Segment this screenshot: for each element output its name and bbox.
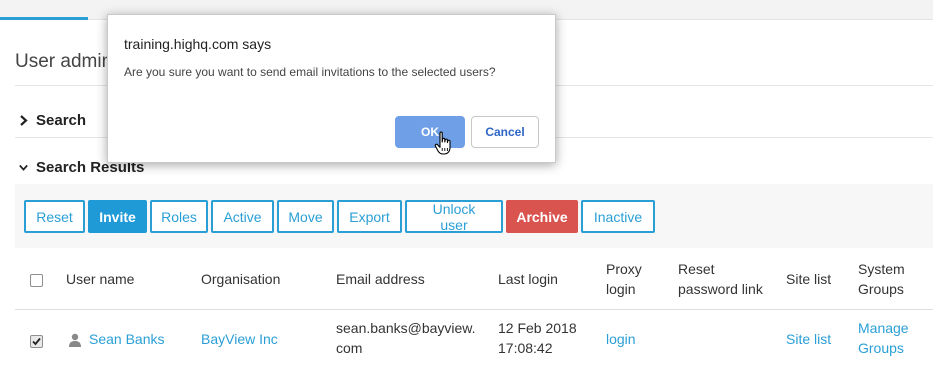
archive-button[interactable]: Archive bbox=[506, 200, 578, 233]
column-header-organisation[interactable]: Organisation bbox=[201, 248, 280, 309]
move-button[interactable]: Move bbox=[277, 200, 334, 233]
email-text: com bbox=[336, 340, 363, 356]
email-text: sean.banks@bayview. bbox=[336, 320, 476, 336]
column-header-last-login[interactable]: Last login bbox=[498, 248, 558, 309]
page-title: User admin bbox=[15, 51, 113, 72]
user-icon bbox=[69, 333, 81, 347]
manage-groups-text: Manage bbox=[858, 320, 909, 336]
header-text: Groups bbox=[858, 280, 904, 297]
hand-cursor-icon bbox=[434, 131, 451, 155]
cancel-button[interactable]: Cancel bbox=[471, 116, 539, 148]
column-header-username[interactable]: User name bbox=[66, 248, 134, 309]
export-button[interactable]: Export bbox=[337, 200, 402, 233]
last-login-time: 17:08:42 bbox=[498, 340, 553, 356]
active-tab-indicator[interactable] bbox=[0, 17, 88, 20]
select-all-checkbox[interactable] bbox=[30, 274, 43, 287]
column-header-reset-password: Reset password link bbox=[678, 248, 763, 309]
manage-groups-text: Groups bbox=[858, 340, 904, 356]
site-list-link[interactable]: Site list bbox=[786, 329, 831, 349]
last-login-date: 12 Feb 2018 bbox=[498, 320, 577, 336]
search-section-label: Search bbox=[36, 112, 87, 129]
divider bbox=[15, 309, 933, 310]
invite-button[interactable]: Invite bbox=[88, 200, 147, 233]
active-button[interactable]: Active bbox=[211, 200, 274, 233]
dialog-title: training.highq.com says bbox=[124, 36, 272, 52]
chevron-right-icon bbox=[20, 115, 28, 126]
header-text: Proxy bbox=[606, 260, 642, 277]
reset-button[interactable]: Reset bbox=[24, 200, 85, 233]
column-header-system-groups: System Groups bbox=[858, 248, 905, 309]
column-header-site-list: Site list bbox=[786, 270, 832, 287]
last-login-cell: 12 Feb 2018 17:08:42 bbox=[498, 318, 577, 358]
chevron-down-icon bbox=[19, 164, 28, 171]
organisation-link[interactable]: BayView Inc bbox=[201, 329, 278, 349]
column-header-email[interactable]: Email address bbox=[336, 248, 425, 309]
email-cell: sean.banks@bayview. com bbox=[336, 318, 476, 358]
ok-button[interactable]: OK bbox=[395, 116, 465, 148]
manage-groups-link[interactable]: Manage Groups bbox=[858, 318, 909, 358]
header-text: Reset bbox=[678, 260, 715, 277]
search-section-toggle[interactable]: Search bbox=[19, 112, 86, 129]
action-toolbar: Reset Invite Roles Active Move Export Un… bbox=[24, 200, 655, 233]
header-text: System bbox=[858, 260, 905, 277]
header-text: login bbox=[606, 280, 636, 297]
checkmark-icon bbox=[32, 337, 41, 346]
inactive-button[interactable]: Inactive bbox=[581, 200, 655, 233]
username-link[interactable]: Sean Banks bbox=[89, 329, 165, 349]
users-table: User name Organisation Email address Las… bbox=[15, 248, 933, 377]
dialog-message: Are you sure you want to send email invi… bbox=[124, 65, 496, 79]
header-text: password link bbox=[678, 280, 763, 297]
unlock-user-button[interactable]: Unlock user bbox=[405, 200, 503, 233]
roles-button[interactable]: Roles bbox=[150, 200, 208, 233]
confirm-dialog: training.highq.com says Are you sure you… bbox=[107, 14, 556, 163]
row-checkbox[interactable] bbox=[30, 335, 43, 348]
column-header-proxy-login: Proxy login bbox=[606, 248, 642, 309]
proxy-login-link[interactable]: login bbox=[606, 329, 636, 349]
